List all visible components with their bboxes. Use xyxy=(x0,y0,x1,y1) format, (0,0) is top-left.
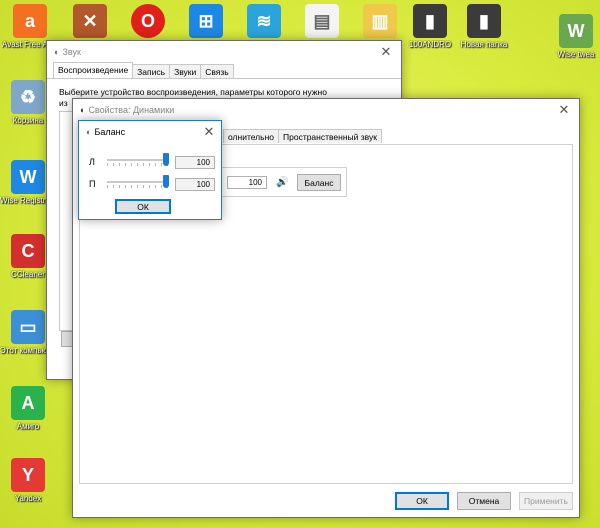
recycle-bin-icon: ♻ xyxy=(11,80,45,114)
level-value-field[interactable]: 100 xyxy=(227,176,267,189)
cancel-button[interactable]: Отмена xyxy=(457,492,511,510)
close-icon[interactable]: ✕ xyxy=(371,41,401,63)
tab-communications[interactable]: Связь xyxy=(200,64,234,78)
balance-ok-button[interactable]: ОК xyxy=(115,199,171,214)
sound-tabs: Воспроизведение Запись Звуки Связь xyxy=(47,62,401,79)
ok-button[interactable]: ОК xyxy=(395,492,449,510)
desktop-icon-tool[interactable]: ✕ xyxy=(62,4,118,40)
slider-track xyxy=(107,181,169,183)
tab-playback[interactable]: Воспроизведение xyxy=(53,62,134,78)
wifi-icon: ≋ xyxy=(247,4,281,38)
balance-dialog-title: Баланс xyxy=(94,127,126,137)
properties-titlebar[interactable]: ◖ Свойства: Динамики ✕ xyxy=(73,99,579,121)
slider-track xyxy=(107,159,169,161)
desktop-icon-label: Амиго xyxy=(16,422,40,431)
tab-recording[interactable]: Запись xyxy=(132,64,171,78)
tool-icon: ✕ xyxy=(73,4,107,38)
slider-thumb[interactable] xyxy=(163,175,169,188)
right-channel-label: П xyxy=(89,179,96,189)
desktop-icon-label: Wise twea xyxy=(557,50,595,59)
desktop-icon-100andro[interactable]: ▮ 100ANDRO xyxy=(402,4,458,49)
sound-window-title: Звук xyxy=(62,47,81,57)
balance-titlebar[interactable]: ◖ Баланс ✕ xyxy=(79,121,221,143)
desktop-icon-wise-tweak[interactable]: W Wise twea xyxy=(548,14,600,59)
desktop-icon-label: Новая папка xyxy=(460,40,508,49)
sound-titlebar[interactable]: ◖ Звук ✕ xyxy=(47,41,401,63)
close-icon[interactable]: ✕ xyxy=(197,121,221,143)
ccleaner-icon: C xyxy=(11,234,45,268)
speaker-mute-icon[interactable]: 🔊 xyxy=(276,176,290,189)
right-channel-value[interactable]: 100 xyxy=(175,178,215,191)
desktop-icon-label: 100ANDRO xyxy=(408,40,452,49)
left-channel-label: Л xyxy=(89,157,95,167)
left-channel-value[interactable]: 100 xyxy=(175,156,215,169)
opera-icon: O xyxy=(131,4,165,38)
desktop-icon-document[interactable]: ▤ xyxy=(294,4,350,40)
slider-ticks xyxy=(107,163,169,166)
desktop-icon-amigo[interactable]: A Амиго xyxy=(0,386,56,431)
desktop-icon-new-folder[interactable]: ▮ Новая папка xyxy=(456,4,512,49)
apply-button[interactable]: Применить xyxy=(519,492,573,510)
folder-icon: ▮ xyxy=(413,4,447,38)
desktop-icon-label: Yandex xyxy=(14,494,42,503)
properties-tabs: олнительно Пространственный звук xyxy=(223,129,382,143)
properties-window-title: Свойства: Динамики xyxy=(88,105,175,115)
wise-tweak-icon: W xyxy=(559,14,593,48)
desktop-icon-folder[interactable]: ▥ xyxy=(352,4,408,40)
speaker-icon: ◖ xyxy=(85,127,91,137)
wise-registry-icon: W xyxy=(11,160,45,194)
device-list[interactable] xyxy=(59,111,73,331)
tab-sounds[interactable]: Звуки xyxy=(169,64,202,78)
amigo-icon: A xyxy=(11,386,45,420)
desktop-icon-windows[interactable]: ⊞ xyxy=(178,4,234,40)
speaker-icon: ◖ xyxy=(53,47,59,57)
avast-icon: a xyxy=(13,4,47,38)
desktop-icon-yandex[interactable]: Y Yandex xyxy=(0,458,56,503)
desktop-icon-wifi[interactable]: ≋ xyxy=(236,4,292,40)
right-channel-slider[interactable] xyxy=(107,175,169,189)
yandex-icon: Y xyxy=(11,458,45,492)
folder-icon: ▥ xyxy=(363,4,397,38)
tab-spatial-sound[interactable]: Пространственный звук xyxy=(278,129,382,143)
instruction-line-1: Выберите устройство воспроизведения, пар… xyxy=(59,87,327,97)
slider-ticks xyxy=(107,185,169,188)
speaker-icon: ◖ xyxy=(79,105,85,115)
document-icon: ▤ xyxy=(305,4,339,38)
computer-icon: ▭ xyxy=(11,310,45,344)
desktop-icon-opera[interactable]: O xyxy=(120,4,176,40)
windows-icon: ⊞ xyxy=(189,4,223,38)
tab-advanced[interactable]: олнительно xyxy=(223,129,279,143)
slider-thumb[interactable] xyxy=(163,153,169,166)
balance-button[interactable]: Баланс xyxy=(297,174,341,191)
close-icon[interactable]: ✕ xyxy=(549,99,579,121)
folder-icon: ▮ xyxy=(467,4,501,38)
left-channel-slider[interactable] xyxy=(107,153,169,167)
balance-dialog: ◖ Баланс ✕ Л 100 П 100 ОК xyxy=(78,120,222,220)
